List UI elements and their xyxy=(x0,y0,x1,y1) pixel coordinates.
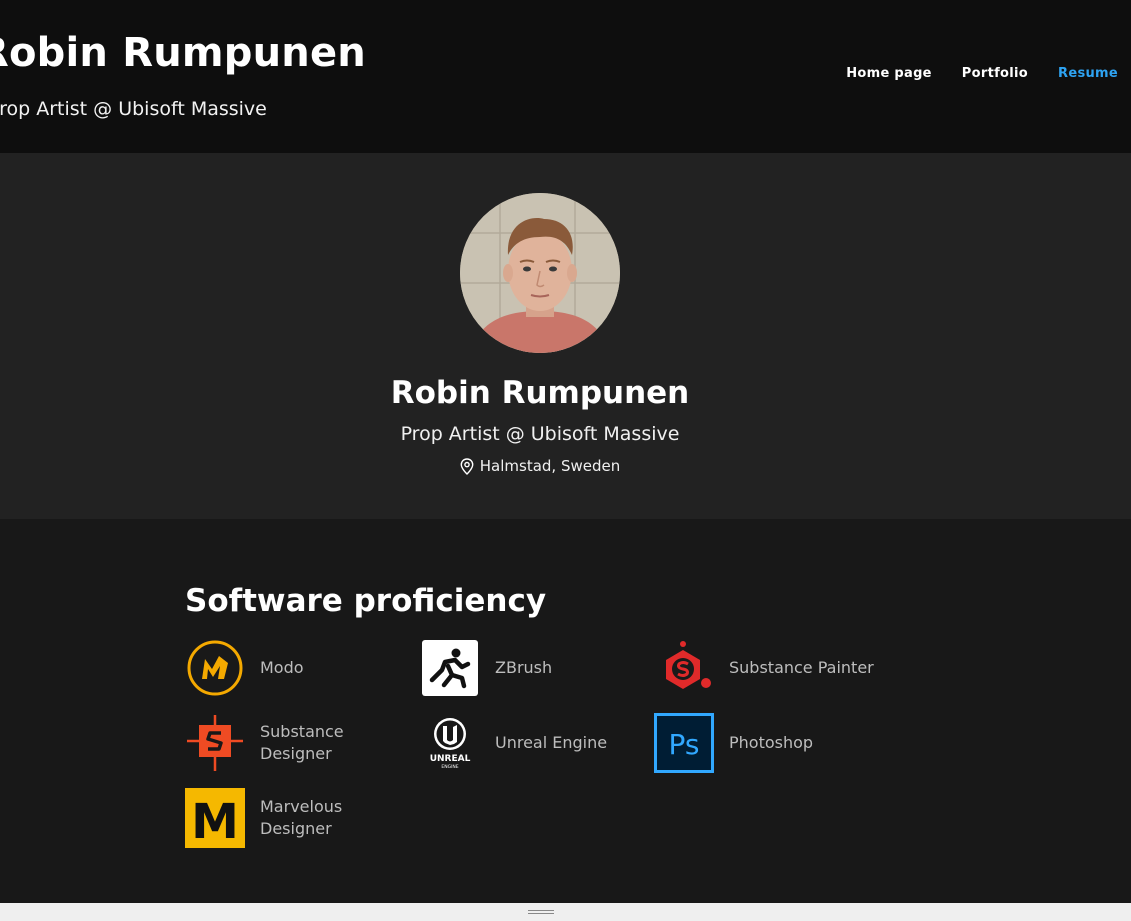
profile-section: Robin Rumpunen Prop Artist @ Ubisoft Mas… xyxy=(0,153,1131,519)
skill-substance-painter: Substance Painter xyxy=(654,638,879,698)
skill-unreal-engine: UNREAL ENGINE Unreal Engine xyxy=(420,713,645,773)
nav-resume[interactable]: Resume xyxy=(1058,66,1118,81)
profile-role: Prop Artist @ Ubisoft Massive xyxy=(400,423,680,445)
location-text: Halmstad, Sweden xyxy=(479,457,621,475)
nav-home-page[interactable]: Home page xyxy=(846,66,932,81)
profile-name: Robin Rumpunen xyxy=(390,375,690,411)
substance-designer-logo-icon xyxy=(185,713,245,773)
skill-zbrush: ZBrush xyxy=(420,638,645,698)
main-nav: Home page Portfolio Resume xyxy=(846,66,1118,81)
unreal-logo-subtext: ENGINE xyxy=(441,764,458,770)
bottom-bar xyxy=(0,903,1131,921)
skill-name: Modo xyxy=(260,658,304,677)
resize-handle[interactable] xyxy=(528,910,554,916)
portrait-photo xyxy=(460,193,620,353)
unreal-engine-logo-icon: UNREAL ENGINE xyxy=(420,713,480,773)
site-title[interactable]: Robin Rumpunen xyxy=(0,30,366,76)
marvelous-designer-logo-icon: M xyxy=(185,788,245,848)
photoshop-logo-text: Ps xyxy=(669,728,700,761)
skills-title: Software proficiency xyxy=(185,583,547,619)
nav-portfolio[interactable]: Portfolio xyxy=(962,66,1028,81)
substance-painter-logo-icon xyxy=(654,638,714,698)
skills-section: Software proficiency Modo ZBrush Substan… xyxy=(0,519,1131,903)
skill-marvelous-designer: M Marvelous Designer xyxy=(185,788,410,848)
profile-location: Halmstad, Sweden xyxy=(0,457,1080,475)
site-tagline: Prop Artist @ Ubisoft Massive xyxy=(0,98,267,120)
skill-substance-designer: Substance Designer xyxy=(185,713,410,773)
avatar xyxy=(460,193,620,353)
unreal-logo-text: UNREAL xyxy=(430,754,471,764)
skill-name: Substance Designer xyxy=(260,722,344,763)
skill-name: ZBrush xyxy=(495,658,553,677)
modo-logo-icon xyxy=(185,638,245,698)
zbrush-logo-icon xyxy=(420,638,480,698)
skill-name: Marvelous Designer xyxy=(260,797,343,838)
skill-name: Photoshop xyxy=(729,733,814,752)
skill-name: Substance Painter xyxy=(729,658,874,677)
skill-name: Unreal Engine xyxy=(495,733,608,752)
skill-photoshop: Ps Photoshop xyxy=(654,713,879,773)
map-pin-icon xyxy=(460,457,474,475)
skill-modo: Modo xyxy=(185,638,410,698)
marvelous-logo-text: M xyxy=(191,794,239,848)
photoshop-logo-icon: Ps xyxy=(654,713,714,773)
site-header: Robin Rumpunen Prop Artist @ Ubisoft Mas… xyxy=(0,0,1131,153)
